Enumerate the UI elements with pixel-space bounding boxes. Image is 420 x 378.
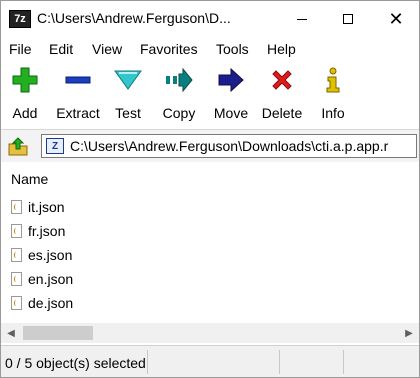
status-bar: 0 / 5 object(s) selected (1, 345, 419, 377)
selection-status: 0 / 5 object(s) selected (5, 355, 146, 371)
archive-path-icon: Z (46, 138, 64, 154)
delete-label: Delete (261, 105, 303, 121)
minimize-button[interactable] (279, 1, 325, 37)
scroll-right-icon[interactable]: ▶ (399, 323, 419, 343)
menu-help[interactable]: Help (267, 39, 296, 59)
up-folder-button[interactable] (5, 134, 31, 158)
json-file-icon (11, 272, 22, 286)
window-title: C:\Users\Andrew.Ferguson\D... (37, 10, 231, 26)
info-icon (315, 65, 351, 95)
info-label: Info (321, 105, 345, 121)
file-name: es.json (28, 247, 73, 263)
status-divider (279, 350, 280, 374)
file-name: de.json (28, 295, 74, 311)
copy-label: Copy (162, 105, 196, 121)
test-icon (110, 65, 146, 95)
extract-button[interactable]: Extract (53, 65, 103, 125)
list-item[interactable]: en.json (11, 267, 73, 291)
file-rows: it.json fr.json es.json en.json de.json (11, 195, 73, 315)
path-input[interactable]: Z C:\Users\Andrew.Ferguson\Downloads\cti… (41, 134, 417, 158)
toolbar: Add Extract Test Copy Move Delete Info (1, 65, 419, 125)
move-button[interactable]: Move (212, 65, 250, 125)
menu-file[interactable]: File (9, 39, 32, 59)
menu-favorites[interactable]: Favorites (140, 39, 198, 59)
add-button[interactable]: Add (7, 65, 43, 125)
list-item[interactable]: it.json (11, 195, 73, 219)
app-icon: 7z (9, 10, 31, 28)
status-divider (147, 350, 148, 374)
path-text: C:\Users\Andrew.Ferguson\Downloads\cti.a… (70, 138, 389, 154)
file-name: en.json (28, 271, 74, 287)
info-button[interactable]: Info (319, 65, 347, 125)
copy-button[interactable]: Copy (161, 65, 197, 125)
json-file-icon (11, 224, 22, 238)
json-file-icon (11, 248, 22, 262)
menu-bar: File Edit View Favorites Tools Help (1, 39, 419, 61)
close-button[interactable]: ✕ (373, 1, 419, 37)
title-bar: 7z C:\Users\Andrew.Ferguson\D... ✕ (1, 1, 419, 37)
horizontal-scrollbar[interactable]: ◀ ▶ (1, 323, 419, 343)
minimize-icon (297, 18, 307, 20)
file-name: it.json (28, 199, 65, 215)
file-name: fr.json (28, 223, 66, 239)
up-folder-icon (8, 137, 28, 156)
archive-window: 7z C:\Users\Andrew.Ferguson\D... ✕ File … (0, 0, 420, 378)
menu-edit[interactable]: Edit (49, 39, 73, 59)
extract-icon (60, 65, 96, 95)
extract-label: Extract (56, 105, 100, 121)
move-label: Move (213, 105, 249, 121)
list-item[interactable]: fr.json (11, 219, 73, 243)
list-item[interactable]: es.json (11, 243, 73, 267)
file-list: Name it.json fr.json es.json en.json de.… (1, 165, 419, 323)
menu-view[interactable]: View (92, 39, 122, 59)
menu-tools[interactable]: Tools (216, 39, 249, 59)
status-divider (343, 350, 344, 374)
move-icon (213, 65, 249, 95)
column-header-name[interactable]: Name (11, 171, 48, 187)
scroll-thumb[interactable] (23, 326, 93, 340)
json-file-icon (11, 296, 22, 310)
close-icon: ✕ (388, 8, 404, 29)
address-bar: Z C:\Users\Andrew.Ferguson\Downloads\cti… (1, 129, 419, 162)
delete-icon (264, 65, 300, 95)
json-file-icon (11, 200, 22, 214)
copy-icon (161, 65, 197, 95)
list-item[interactable]: de.json (11, 291, 73, 315)
test-button[interactable]: Test (113, 65, 143, 125)
maximize-icon (343, 14, 353, 24)
maximize-button[interactable] (325, 1, 371, 37)
scroll-left-icon[interactable]: ◀ (1, 323, 21, 343)
test-label: Test (115, 105, 141, 121)
add-label: Add (12, 105, 38, 121)
delete-button[interactable]: Delete (261, 65, 303, 125)
add-icon (7, 65, 43, 95)
